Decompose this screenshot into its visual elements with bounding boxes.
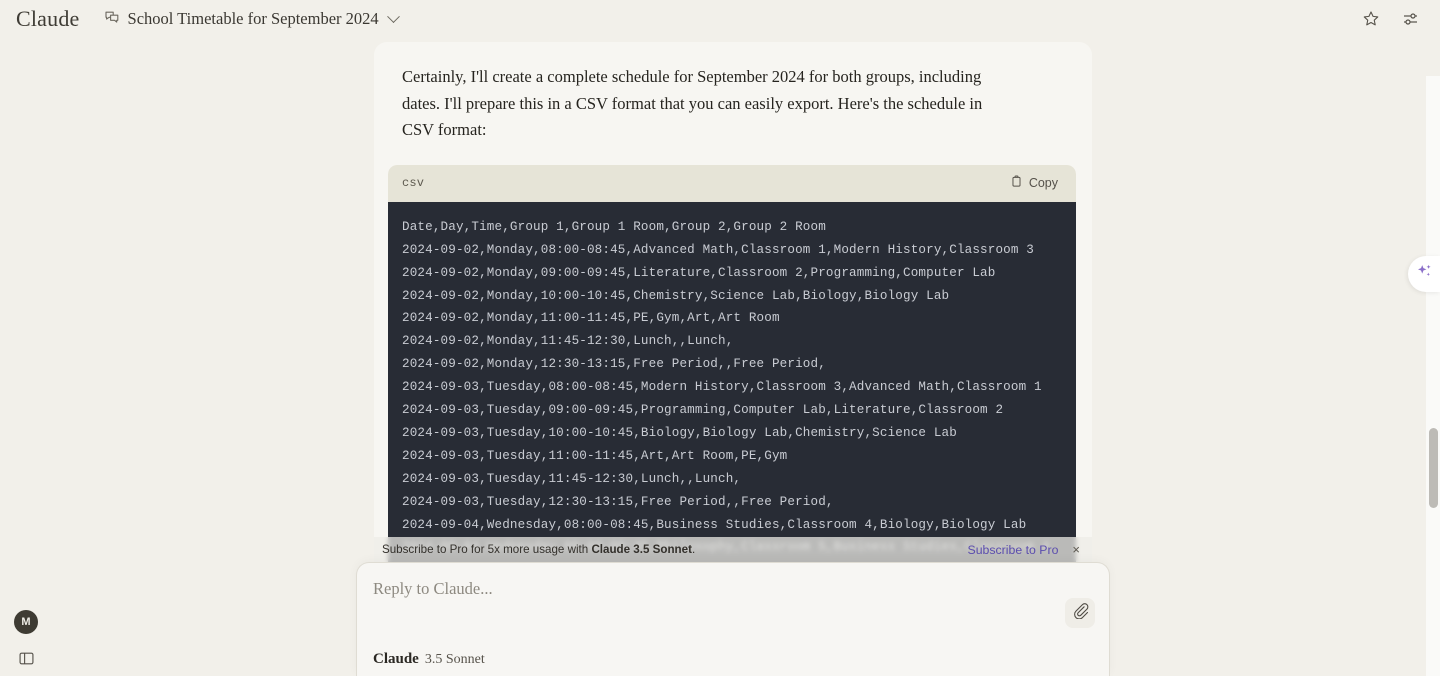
code-line: 2024-09-02,Monday,10:00-10:45,Chemistry,… [402,288,950,303]
code-line: 2024-09-03,Tuesday,08:00-08:45,Modern Hi… [402,380,1042,395]
banner-text-tail: . [691,543,696,556]
panel-toggle-icon [18,650,35,672]
vertical-scrollbar-track[interactable] [1426,76,1440,676]
code-line: 2024-09-03,Tuesday,09:00-09:45,Programmi… [402,403,1004,418]
code-language-label: csv [402,176,425,191]
code-line: 2024-09-03,Tuesday,12:30-13:15,Free Peri… [402,494,834,509]
code-block-header: csv Copy [388,164,1076,202]
copy-button-label: Copy [1028,176,1058,191]
code-line: 2024-09-02,Monday,08:00-08:45,Advanced M… [402,242,1035,257]
conversation-title: School Timetable for September 2024 [127,9,379,28]
code-line: 2024-09-02,Monday,11:00-11:45,PE,Gym,Art… [402,311,780,326]
subscribe-banner: Subscribe to Pro for 5x more usage with … [374,537,1092,562]
message-body: Certainly, I'll create a complete schedu… [402,67,983,140]
code-line: 2024-09-03,Tuesday,11:45-12:30,Lunch,,Lu… [402,471,742,486]
reply-input[interactable] [373,579,1063,599]
subscribe-banner-actions: Subscribe to Pro × [968,543,1081,557]
code-line: 2024-09-02,Monday,09:00-09:45,Literature… [402,265,996,280]
close-icon[interactable]: × [1072,543,1080,556]
top-bar-actions [1356,0,1426,38]
sidebar-toggle-button[interactable] [14,650,38,672]
code-line: 2024-09-02,Monday,11:45-12:30,Lunch,,Lun… [402,334,734,349]
app-brand: Claude [16,6,80,31]
subscribe-to-pro-link[interactable]: Subscribe to Pro [968,543,1059,557]
paperclip-icon [1072,602,1089,624]
sliders-icon[interactable] [1396,4,1426,34]
code-line: Date,Day,Time,Group 1,Group 1 Room,Group… [402,219,826,234]
copy-button[interactable]: Copy [1006,172,1062,194]
banner-text-lead: Subscribe to Pro for 5x more usage with [382,543,592,556]
composer-area: Claude 3.5 Sonnet [356,562,1110,676]
vertical-scrollbar-thumb[interactable] [1429,428,1438,508]
model-selector[interactable]: Claude 3.5 Sonnet [373,651,485,668]
chat-bubbles-icon [104,9,120,30]
sparkles-panel-tab[interactable] [1408,256,1440,292]
attach-file-button[interactable] [1065,598,1095,628]
subscribe-banner-text: Subscribe to Pro for 5x more usage with … [382,543,695,556]
banner-text-model: Claude 3.5 Sonnet [591,543,692,556]
avatar[interactable]: M [14,610,38,634]
clipboard-icon [1010,175,1023,191]
model-variant: 3.5 Sonnet [424,652,485,667]
chevron-down-icon [386,9,400,23]
top-bar: Claude School Timetable for September 20… [0,0,1440,38]
code-line: 2024-09-03,Tuesday,10:00-10:45,Biology,B… [402,425,957,440]
code-line: 2024-09-02,Monday,12:30-13:15,Free Perio… [402,357,826,372]
code-line: 2024-09-03,Tuesday,11:00-11:45,Art,Art R… [402,448,788,463]
star-icon[interactable] [1356,4,1386,34]
code-line: 2024-09-04,Wednesday,08:00-08:45,Busines… [402,517,1027,532]
composer: Claude 3.5 Sonnet [356,562,1110,676]
conversation-title-menu[interactable]: School Timetable for September 2024 [100,6,406,33]
sparkles-icon [1415,262,1434,286]
model-name: Claude [373,651,419,667]
